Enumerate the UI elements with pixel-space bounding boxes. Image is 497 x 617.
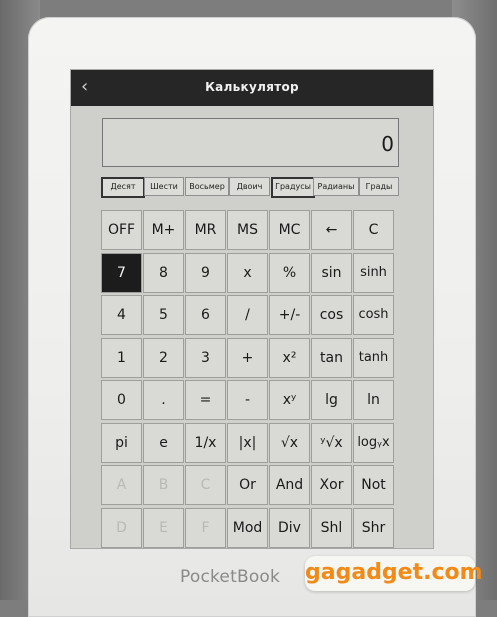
mode-button[interactable]: Радианы <box>313 177 359 196</box>
key-button[interactable]: 4 <box>101 295 142 335</box>
key-button[interactable]: / <box>227 295 268 335</box>
result-display: 0 <box>102 118 399 167</box>
key-button[interactable]: E <box>143 508 184 548</box>
key-button[interactable]: MC <box>269 210 310 250</box>
key-button[interactable]: cosh <box>353 295 394 335</box>
key-button[interactable]: = <box>185 380 226 420</box>
key-button[interactable]: 7 <box>101 253 142 293</box>
key-button[interactable]: ʸ√x <box>311 423 352 463</box>
key-button[interactable]: Div <box>269 508 310 548</box>
key-button[interactable]: Or <box>227 465 268 505</box>
key-button[interactable]: e <box>143 423 184 463</box>
key-button[interactable]: x <box>227 253 268 293</box>
key-button[interactable]: D <box>101 508 142 548</box>
title-bar: ‹ Калькулятор <box>71 70 433 106</box>
key-button[interactable]: % <box>269 253 310 293</box>
key-button[interactable]: MS <box>227 210 268 250</box>
key-button[interactable]: |x| <box>227 423 268 463</box>
key-button[interactable]: lg <box>311 380 352 420</box>
key-button[interactable]: tanh <box>353 338 394 378</box>
key-button[interactable]: MR <box>185 210 226 250</box>
mode-button[interactable]: Шести <box>144 177 184 196</box>
key-button[interactable]: sinh <box>353 253 394 293</box>
key-button[interactable]: Mod <box>227 508 268 548</box>
key-button[interactable]: logᵧx <box>353 423 394 463</box>
key-button[interactable]: - <box>227 380 268 420</box>
key-button[interactable]: 6 <box>185 295 226 335</box>
key-button[interactable]: Shr <box>353 508 394 548</box>
key-button[interactable]: ← <box>311 210 352 250</box>
key-button[interactable]: And <box>269 465 310 505</box>
key-button[interactable]: Xor <box>311 465 352 505</box>
key-button[interactable]: F <box>185 508 226 548</box>
key-button[interactable]: . <box>143 380 184 420</box>
key-button[interactable]: +/- <box>269 295 310 335</box>
key-button[interactable]: Not <box>353 465 394 505</box>
watermark-badge: gagadget.com <box>305 556 483 591</box>
mode-button[interactable]: Восьмер <box>185 177 229 196</box>
key-button[interactable]: 2 <box>143 338 184 378</box>
key-button[interactable]: ln <box>353 380 394 420</box>
key-button[interactable]: √x <box>269 423 310 463</box>
mode-button[interactable]: Градусы <box>271 177 315 198</box>
key-button[interactable]: 8 <box>143 253 184 293</box>
watermark-text: gagadget.com <box>305 560 483 585</box>
key-button[interactable]: C <box>353 210 394 250</box>
key-button[interactable]: 9 <box>185 253 226 293</box>
key-button[interactable]: 1 <box>101 338 142 378</box>
key-button[interactable]: A <box>101 465 142 505</box>
app-title: Калькулятор <box>205 80 299 94</box>
display-value: 0 <box>381 132 394 156</box>
key-button[interactable]: C <box>185 465 226 505</box>
key-button[interactable]: pi <box>101 423 142 463</box>
key-button[interactable]: + <box>227 338 268 378</box>
key-button[interactable]: tan <box>311 338 352 378</box>
key-button[interactable]: 3 <box>185 338 226 378</box>
mode-button[interactable]: Грады <box>359 177 399 196</box>
key-button[interactable]: Shl <box>311 508 352 548</box>
keypad: OFF M+ MR MS MC ← C 7 8 9 x% sin sinh 4 5 6/+/- cos cosh 1… <box>101 210 398 550</box>
device-brand-logo: PocketBook <box>180 567 281 587</box>
key-button[interactable]: M+ <box>143 210 184 250</box>
key-button[interactable]: xʸ <box>269 380 310 420</box>
key-button[interactable]: x² <box>269 338 310 378</box>
key-button[interactable]: 1/x <box>185 423 226 463</box>
key-button[interactable]: B <box>143 465 184 505</box>
key-button[interactable]: 0 <box>101 380 142 420</box>
calculator-screen: ‹ Калькулятор 0 Десят Шести Восьмер Двоич Гр… <box>70 69 434 549</box>
key-button[interactable]: OFF <box>101 210 142 250</box>
key-button[interactable]: sin <box>311 253 352 293</box>
key-button[interactable]: cos <box>311 295 352 335</box>
key-button[interactable]: 5 <box>143 295 184 335</box>
number-mode-selector: Десят Шести Восьмер Двоич Градусы Радианы Град… <box>101 177 399 198</box>
mode-button[interactable]: Десят <box>101 177 145 198</box>
mode-button[interactable]: Двоич <box>229 177 270 196</box>
